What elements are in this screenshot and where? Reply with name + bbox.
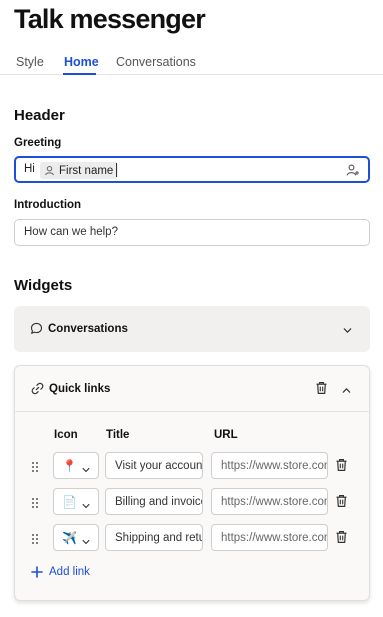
link-title-input[interactable]: Billing and invoices (105, 488, 203, 515)
link-title-value: Billing and invoices (115, 496, 202, 508)
chevron-down-icon (81, 534, 91, 552)
chevron-down-icon[interactable] (342, 323, 353, 341)
airplane-icon: ✈️ (62, 531, 77, 545)
chevron-up-icon[interactable] (341, 383, 352, 401)
introduction-value: How can we help? (24, 226, 118, 238)
conversations-panel-title: Conversations (48, 323, 128, 335)
link-url-input[interactable]: https://www.store.com (211, 524, 328, 551)
greeting-field[interactable]: Hi First name (14, 156, 370, 183)
chevron-down-icon (81, 462, 91, 480)
delete-widget-icon[interactable] (315, 381, 328, 400)
link-title-input[interactable]: Visit your account (105, 452, 203, 479)
tab-home[interactable]: Home (64, 55, 99, 69)
link-url-value: https://www.store.com (221, 496, 328, 508)
pin-icon: 📍 (62, 459, 77, 473)
column-header-icon: Icon (54, 429, 78, 441)
column-header-url: URL (214, 429, 238, 441)
link-title-input[interactable]: Shipping and returns (105, 524, 203, 551)
column-header-title: Title (106, 429, 130, 441)
text-caret (116, 163, 117, 177)
link-url-value: https://www.store.com (221, 532, 328, 544)
drag-handle-icon[interactable] (31, 460, 39, 478)
link-row: 📍 Visit your account https://www.store.c… (15, 452, 369, 480)
quick-links-panel-title: Quick links (49, 383, 111, 395)
header-section-heading: Header (14, 107, 65, 124)
active-tab-indicator (63, 73, 96, 75)
first-name-token-label: First name (59, 164, 114, 177)
link-icon-select[interactable]: 📄 (53, 488, 99, 515)
link-url-input[interactable]: https://www.store.com (211, 452, 328, 479)
link-title-value: Shipping and returns (115, 532, 202, 544)
delete-link-icon[interactable] (335, 530, 348, 549)
first-name-token[interactable]: First name (40, 162, 119, 179)
link-row: 📄 Billing and invoices https://www.store… (15, 488, 369, 516)
quick-links-panel-header[interactable]: Quick links (15, 366, 369, 412)
drag-handle-icon[interactable] (31, 496, 39, 514)
drag-handle-icon[interactable] (31, 532, 39, 550)
tab-conversations[interactable]: Conversations (116, 55, 196, 69)
widgets-section-heading: Widgets (14, 277, 73, 294)
link-title-value: Visit your account (115, 460, 203, 472)
page-title: Talk messenger (14, 4, 206, 34)
person-icon (45, 165, 54, 176)
quick-links-panel: Quick links Icon Title URL 📍 Visit your … (14, 365, 370, 601)
add-link-label: Add link (49, 566, 90, 578)
plus-icon (31, 566, 43, 578)
delete-link-icon[interactable] (335, 458, 348, 477)
greeting-label: Greeting (14, 137, 62, 149)
link-icon-select[interactable]: ✈️ (53, 524, 99, 551)
link-url-input[interactable]: https://www.store.com (211, 488, 328, 515)
chevron-down-icon (81, 498, 91, 516)
introduction-label: Introduction (14, 199, 82, 211)
link-icon-select[interactable]: 📍 (53, 452, 99, 479)
introduction-field[interactable]: How can we help? (14, 219, 370, 246)
link-row: ✈️ Shipping and returns https://www.stor… (15, 524, 369, 552)
panel-divider (15, 411, 369, 412)
conversations-panel[interactable]: Conversations (14, 306, 370, 352)
add-person-icon[interactable] (346, 163, 360, 182)
document-icon: 📄 (62, 495, 77, 509)
add-link-button[interactable]: Add link (31, 566, 90, 578)
greeting-prefix: Hi (24, 163, 35, 175)
tab-style[interactable]: Style (16, 55, 44, 69)
link-url-value: https://www.store.com (221, 460, 328, 472)
link-icon (31, 382, 44, 400)
delete-link-icon[interactable] (335, 494, 348, 513)
chat-bubble-icon (30, 322, 43, 340)
tab-bar: Style Home Conversations (0, 50, 383, 75)
